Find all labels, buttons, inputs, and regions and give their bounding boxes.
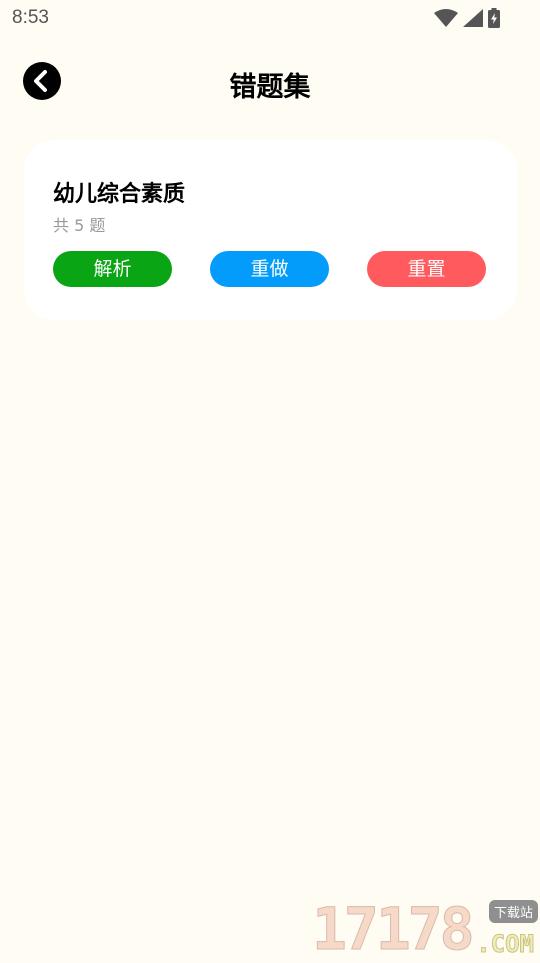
reset-button[interactable]: 重置 — [367, 251, 486, 287]
page-title: 错题集 — [229, 72, 311, 103]
status-icons — [434, 8, 500, 28]
watermark-badge: 下载站 — [488, 900, 538, 923]
header: 错题集 — [0, 56, 540, 108]
question-count: 共 5 题 — [53, 216, 106, 235]
battery-charging-icon — [488, 8, 500, 28]
redo-button[interactable]: 重做 — [210, 251, 329, 287]
status-time: 8:53 — [12, 7, 49, 28]
wrong-question-card: 幼儿综合素质 共 5 题 解析 重做 重置 — [24, 140, 517, 320]
watermark-domain: .COM — [476, 930, 535, 959]
cell-signal-icon — [463, 9, 483, 27]
card-title: 幼儿综合素质 — [53, 182, 186, 207]
watermark-digits: 17178 — [312, 895, 476, 963]
analysis-button[interactable]: 解析 — [53, 251, 172, 287]
status-bar: 8:53 — [0, 0, 540, 36]
wifi-icon — [434, 9, 458, 27]
watermark-logo: 17178 下载站 .COM — [312, 895, 540, 963]
